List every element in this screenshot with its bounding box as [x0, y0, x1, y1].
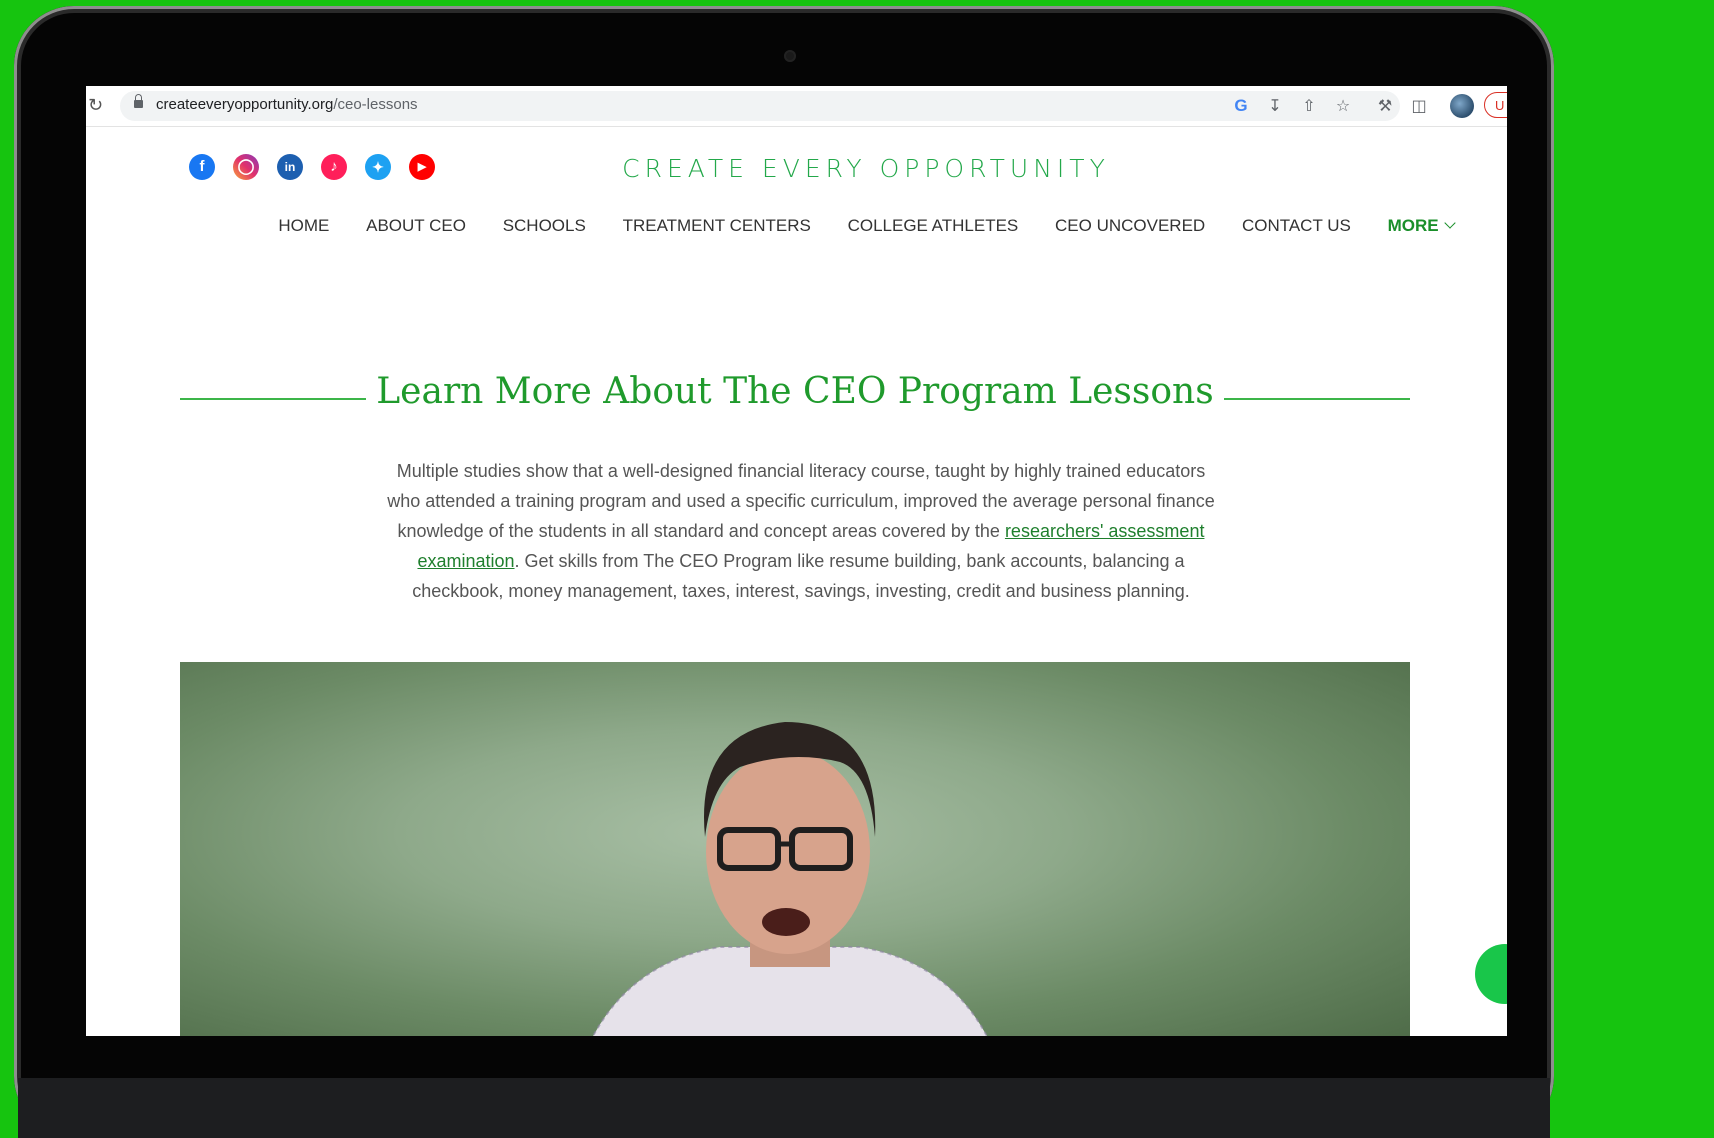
webcam — [784, 50, 796, 62]
section-heading: Learn More About The CEO Program Lessons — [376, 371, 1214, 412]
site-title[interactable]: CREATE EVERY OPPORTUNITY — [86, 154, 1507, 183]
nav-college-athletes[interactable]: COLLEGE ATHLETES — [848, 216, 1019, 236]
chat-widget-button[interactable] — [1475, 944, 1507, 1004]
intro-text-end: . Get skills from The CEO Program like r… — [412, 551, 1190, 601]
heading-rule-right — [1224, 398, 1410, 400]
nav-more[interactable]: MORE — [1387, 216, 1456, 236]
main-nav: HOME ABOUT CEO SCHOOLS TREATMENT CENTERS… — [86, 216, 1507, 236]
intro-paragraph: Multiple studies show that a well-design… — [386, 456, 1216, 606]
extensions-icon[interactable]: ⚒ — [1374, 95, 1396, 117]
laptop-frame: ↻ createeveryopportunity.org/ceo-lessons… — [14, 6, 1554, 1138]
reload-icon[interactable]: ↻ — [88, 95, 103, 116]
browser-screen: ↻ createeveryopportunity.org/ceo-lessons… — [86, 86, 1507, 1036]
address-bar[interactable]: createeveryopportunity.org/ceo-lessons — [120, 91, 1400, 121]
chevron-down-icon — [1443, 217, 1456, 229]
profile-avatar[interactable] — [1450, 94, 1474, 118]
section-heading-block: Learn More About The CEO Program Lessons — [180, 371, 1410, 427]
install-icon[interactable]: ↧ — [1264, 95, 1286, 117]
nav-more-label: MORE — [1387, 216, 1439, 235]
nav-schools[interactable]: SCHOOLS — [503, 216, 586, 236]
lock-icon[interactable] — [134, 94, 143, 108]
url-domain: createeveryopportunity.org — [156, 96, 334, 113]
update-button[interactable]: U — [1484, 92, 1507, 118]
url-text[interactable]: createeveryopportunity.org/ceo-lessons — [156, 96, 418, 113]
nav-home[interactable]: HOME — [278, 216, 329, 236]
bookmark-star-icon[interactable]: ☆ — [1332, 95, 1354, 117]
url-path: /ceo-lessons — [333, 96, 418, 113]
browser-toolbar: ↻ createeveryopportunity.org/ceo-lessons… — [86, 86, 1507, 127]
side-panel-icon[interactable]: ◫ — [1408, 95, 1430, 117]
video-player[interactable] — [180, 662, 1410, 1036]
google-icon[interactable]: G — [1230, 95, 1252, 117]
nav-about-ceo[interactable]: ABOUT CEO — [366, 216, 466, 236]
presenter-video-frame — [592, 722, 988, 1036]
nav-treatment-centers[interactable]: TREATMENT CENTERS — [623, 216, 811, 236]
laptop-bottom-bezel — [18, 1078, 1550, 1138]
presenter-mouth — [762, 908, 810, 936]
nav-contact-us[interactable]: CONTACT US — [1242, 216, 1351, 236]
nav-ceo-uncovered[interactable]: CEO UNCOVERED — [1055, 216, 1205, 236]
share-icon[interactable]: ⇧ — [1298, 95, 1320, 117]
